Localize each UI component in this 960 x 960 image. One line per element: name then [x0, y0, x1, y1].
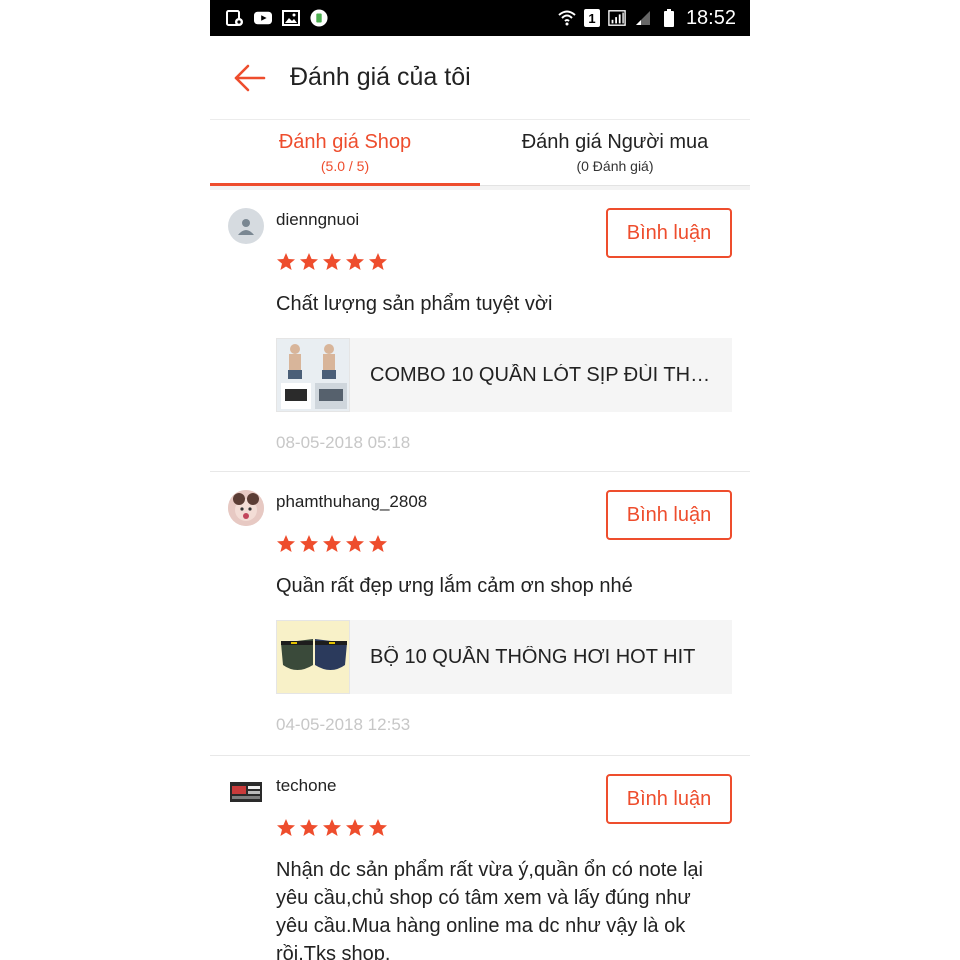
star-icon: [277, 819, 295, 836]
star-icon: [369, 535, 387, 552]
star-icon: [300, 819, 318, 836]
battery-icon: [660, 9, 678, 27]
signal-icon: [608, 9, 626, 27]
sim-slot-icon: 1: [583, 9, 600, 27]
review-item: dienngnuoi Bình luận Chất lượng sản phẩm…: [210, 190, 750, 472]
review-text: Chất lượng sản phẩm tuyệt vời: [276, 293, 553, 315]
tab-shop-reviews-label: Đánh giá Shop: [278, 130, 412, 153]
star-icon: [277, 535, 295, 552]
review-date: 04-05-2018 12:53: [276, 715, 411, 734]
sim-slot-number: 1: [588, 10, 596, 26]
star-rating: [276, 818, 388, 838]
reviewer-username[interactable]: techone: [276, 776, 337, 796]
tab-buyer-reviews[interactable]: Đánh giá Người mua (0 Đánh giá): [480, 120, 750, 185]
tab-buyer-reviews-label: Đánh giá Người mua: [521, 130, 709, 153]
user-photo-icon: [228, 490, 264, 526]
avatar: [228, 490, 264, 526]
star-icon: [300, 535, 318, 552]
comment-button[interactable]: Bình luận: [606, 774, 732, 824]
comment-button[interactable]: Bình luận: [606, 490, 732, 540]
app-bar: Đánh giá của tôi: [210, 36, 750, 120]
tab-shop-reviews-score: (5.0 / 5): [320, 157, 370, 174]
status-time: 18:52: [685, 6, 736, 29]
arrow-left-icon: [234, 64, 266, 91]
star-rating: [276, 534, 388, 554]
review-date: 08-05-2018 05:18: [276, 433, 411, 452]
product-link[interactable]: COMBO 10 QUẦN LÓT SỊP ĐÙI THÔ…: [276, 338, 732, 412]
product-thumbnail: [276, 338, 350, 412]
tab-buyer-reviews-count: (0 Đánh giá): [576, 157, 654, 174]
star-icon: [346, 253, 364, 270]
star-icon: [369, 819, 387, 836]
star-rating: [276, 252, 388, 272]
status-bar: 1 18:52: [210, 0, 750, 36]
comment-button[interactable]: Bình luận: [606, 208, 732, 258]
default-user-icon: [238, 219, 254, 235]
product-thumbnail: [276, 620, 350, 694]
star-icon: [300, 253, 318, 270]
product-link[interactable]: BỘ 10 QUẦN THÔNG HƠI HOT HIT: [276, 620, 732, 694]
wifi-icon: [558, 9, 576, 27]
youtube-icon: [254, 9, 272, 27]
star-icon: [323, 535, 341, 552]
product-name: BỘ 10 QUẦN THÔNG HƠI HOT HIT: [370, 645, 696, 668]
battery-saver-icon: [310, 9, 328, 27]
back-button[interactable]: [210, 36, 290, 120]
tab-bar: Đánh giá Shop (5.0 / 5) Đánh giá Người m…: [210, 120, 750, 186]
reviewer-username[interactable]: phamthuhang_2808: [276, 492, 427, 512]
product-name: COMBO 10 QUẦN LÓT SỊP ĐÙI THÔ…: [370, 363, 715, 386]
review-text: Quần rất đẹp ưng lắm cảm ơn shop nhé: [276, 575, 633, 597]
tab-shop-reviews[interactable]: Đánh giá Shop (5.0 / 5): [210, 120, 480, 185]
reviewer-username[interactable]: dienngnuoi: [276, 210, 359, 230]
star-icon: [369, 253, 387, 270]
star-icon: [323, 253, 341, 270]
review-text: Nhận dc sản phẩm rất vừa ý,quần ổn có no…: [276, 859, 703, 960]
page-title: Đánh giá của tôi: [290, 63, 471, 91]
star-icon: [346, 819, 364, 836]
active-tab-indicator: [210, 183, 480, 186]
review-item: phamthuhang_2808 Bình luận Quần rất đẹp …: [210, 472, 750, 756]
star-icon: [323, 819, 341, 836]
star-icon: [346, 535, 364, 552]
signal-weak-icon: [634, 9, 652, 27]
gallery-icon: [282, 9, 300, 27]
avatar: [228, 208, 264, 244]
star-icon: [277, 253, 295, 270]
avatar: [228, 774, 264, 810]
shop-logo-icon: [230, 782, 262, 802]
phone-screen: 1 18:52 Đánh giá của tôi Đánh giá Shop (…: [210, 0, 750, 960]
screen-record-icon: [226, 9, 244, 27]
review-item: techone Bình luận Nhận dc sản phẩm rất v…: [210, 756, 750, 960]
